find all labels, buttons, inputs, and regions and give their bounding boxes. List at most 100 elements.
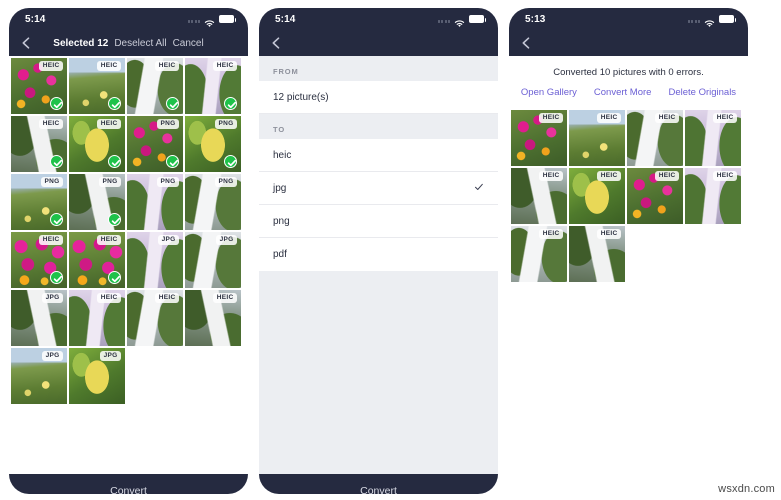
format-badge: HEIC: [539, 113, 563, 123]
result-status-text: Converted 10 pictures with 0 errors.: [509, 56, 748, 87]
convert-button[interactable]: Convert: [9, 474, 248, 494]
format-badge: HEIC: [97, 293, 121, 303]
format-option-label: png: [273, 215, 290, 227]
nav-bar: [259, 30, 498, 56]
from-section-header: FROM: [259, 56, 498, 81]
format-badge: JPG: [42, 351, 63, 361]
photo-thumbnail[interactable]: HEIC: [184, 289, 242, 347]
phone-screen-result: 5:13 Converted 10 pictures with 0 errors…: [509, 8, 748, 494]
format-badge: HEIC: [213, 293, 237, 303]
format-badge: HEIC: [155, 61, 179, 71]
photo-thumbnail[interactable]: HEIC: [126, 289, 184, 347]
cancel-button[interactable]: Cancel: [173, 38, 204, 49]
photo-thumbnail[interactable]: HEIC: [68, 57, 126, 115]
format-badge: HEIC: [655, 113, 679, 123]
format-badge: JPG: [216, 235, 237, 245]
format-badge: HEIC: [539, 171, 563, 181]
photo-thumbnail[interactable]: HEIC: [626, 109, 684, 167]
format-badge: JPG: [100, 351, 121, 361]
photo-thumbnail[interactable]: PNG: [126, 173, 184, 231]
photo-thumbnail[interactable]: JPG: [10, 347, 68, 405]
content-spacer: [259, 271, 498, 474]
photo-thumbnail[interactable]: HEIC: [568, 225, 626, 283]
nav-bar: Selected 12 Deselect All Cancel: [9, 30, 248, 56]
photo-thumbnail[interactable]: PNG: [184, 115, 242, 173]
photo-thumbnail[interactable]: JPG: [126, 231, 184, 289]
page-title: Selected 12: [53, 37, 109, 49]
format-badge: PNG: [99, 177, 121, 187]
photo-thumbnail[interactable]: JPG: [10, 289, 68, 347]
selected-check-icon: [224, 155, 237, 168]
format-badge: HEIC: [655, 171, 679, 181]
selected-check-icon: [166, 97, 179, 110]
format-badge: HEIC: [597, 113, 621, 123]
format-badge: HEIC: [597, 171, 621, 181]
photo-thumbnail[interactable]: HEIC: [184, 57, 242, 115]
convert-button-label: Convert: [360, 485, 397, 494]
photo-thumbnail[interactable]: PNG: [126, 115, 184, 173]
photo-thumbnail[interactable]: HEIC: [510, 167, 568, 225]
format-badge: HEIC: [97, 235, 121, 245]
photo-thumbnail[interactable]: HEIC: [626, 167, 684, 225]
battery-icon: [219, 15, 236, 23]
deselect-all-button[interactable]: Deselect All: [114, 38, 166, 49]
photo-thumbnail[interactable]: HEIC: [10, 115, 68, 173]
selected-check-icon: [50, 97, 63, 110]
format-badge: JPG: [42, 293, 63, 303]
photo-thumbnail[interactable]: HEIC: [568, 109, 626, 167]
photo-thumbnail[interactable]: PNG: [184, 173, 242, 231]
format-option-jpg[interactable]: jpg: [259, 172, 498, 205]
photo-thumbnail[interactable]: HEIC: [68, 231, 126, 289]
selected-check-icon: [108, 271, 121, 284]
photo-thumbnail[interactable]: PNG: [10, 173, 68, 231]
result-link-1[interactable]: Convert More: [594, 87, 652, 98]
to-section-header: TO: [259, 114, 498, 139]
back-chevron-icon[interactable]: [19, 36, 33, 50]
selected-check-icon: [474, 182, 484, 195]
signal-dots-icon: [187, 16, 200, 23]
back-chevron-icon[interactable]: [269, 36, 283, 50]
format-badge: HEIC: [213, 61, 237, 71]
result-link-0[interactable]: Open Gallery: [521, 87, 577, 98]
status-time: 5:14: [25, 13, 46, 25]
photo-thumbnail[interactable]: HEIC: [68, 115, 126, 173]
format-badge: HEIC: [39, 119, 63, 129]
signal-dots-icon: [687, 16, 700, 23]
convert-button[interactable]: Convert: [259, 474, 498, 494]
format-option-png[interactable]: png: [259, 205, 498, 238]
format-badge: PNG: [157, 177, 179, 187]
content-spacer: [9, 405, 248, 474]
photo-thumbnail[interactable]: HEIC: [568, 167, 626, 225]
back-chevron-icon[interactable]: [519, 36, 533, 50]
photo-thumbnail[interactable]: HEIC: [10, 57, 68, 115]
selected-check-icon: [166, 155, 179, 168]
selected-check-icon: [50, 213, 63, 226]
photo-thumbnail[interactable]: HEIC: [68, 289, 126, 347]
content-spacer: [509, 283, 748, 490]
wifi-icon: [704, 15, 715, 27]
format-options-list: heic jpg png pdf: [259, 139, 498, 271]
photo-thumbnail[interactable]: HEIC: [510, 109, 568, 167]
photo-thumbnail[interactable]: HEIC: [684, 109, 742, 167]
result-actions: Open Gallery Convert More Delete Originals: [509, 87, 748, 108]
format-badge: HEIC: [155, 293, 179, 303]
photo-thumbnail[interactable]: HEIC: [684, 167, 742, 225]
format-option-heic[interactable]: heic: [259, 139, 498, 172]
photo-thumbnail[interactable]: HEIC: [510, 225, 568, 283]
photo-grid-container: HEIC HEIC HEIC HEIC HEIC HEIC HEIC HEIC HEIC HEIC: [509, 108, 748, 283]
from-value-row[interactable]: 12 picture(s): [259, 81, 498, 114]
status-time: 5:13: [525, 13, 546, 25]
result-link-2[interactable]: Delete Originals: [668, 87, 736, 98]
photo-thumbnail[interactable]: HEIC: [10, 231, 68, 289]
battery-icon: [469, 15, 486, 23]
format-option-pdf[interactable]: pdf: [259, 238, 498, 271]
photo-thumbnail[interactable]: HEIC: [126, 57, 184, 115]
convert-button-label: Convert: [110, 485, 147, 494]
photo-grid: HEIC HEIC HEIC HEIC HEIC HEIC PNG PNG PNG PNG PNG P…: [10, 57, 246, 405]
format-badge: HEIC: [97, 119, 121, 129]
photo-thumbnail[interactable]: JPG: [68, 347, 126, 405]
format-badge: HEIC: [97, 61, 121, 71]
photo-thumbnail[interactable]: JPG: [184, 231, 242, 289]
photo-thumbnail[interactable]: PNG: [68, 173, 126, 231]
selected-check-icon: [108, 155, 121, 168]
